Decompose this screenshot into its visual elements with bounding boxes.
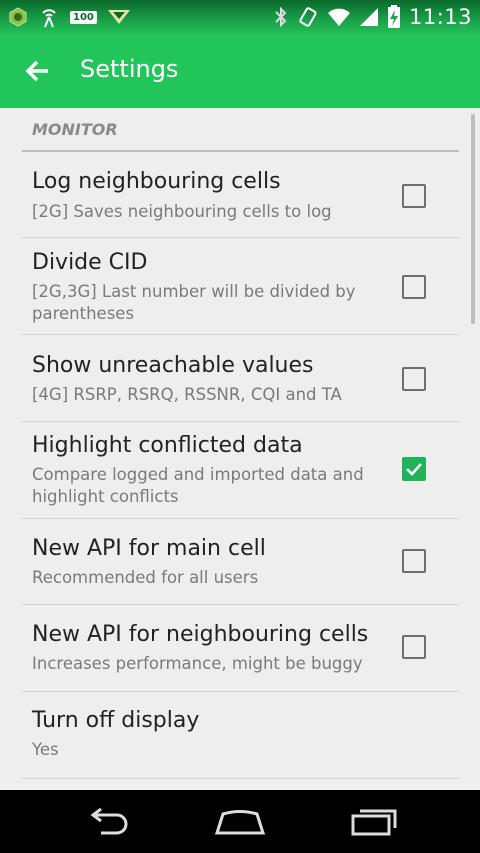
rotation-icon: [297, 6, 319, 28]
android-app-icon: [8, 7, 28, 27]
pref-summary: Increases performance, might be buggy: [32, 654, 363, 673]
pref-summary: [2G] Saves neighbouring cells to log: [32, 202, 332, 221]
arrow-left-icon: [25, 60, 48, 82]
scrollbar[interactable]: [471, 114, 475, 324]
pref-summary: [2G,3G] Last number will be divided by p…: [32, 282, 356, 323]
action-bar: Settings: [0, 34, 480, 108]
category-header: MONITOR: [22, 108, 459, 152]
battery-charging-icon: [387, 5, 401, 29]
pref-title: Log neighbouring cells: [32, 169, 281, 194]
battery-badge-text: 100: [70, 10, 97, 24]
nav-home-button[interactable]: [208, 804, 272, 840]
pref-checkbox[interactable]: [402, 635, 426, 659]
wifi-icon: [327, 7, 351, 27]
pref-checkbox[interactable]: [402, 184, 426, 208]
pref-title: Show unreachable values: [32, 353, 314, 378]
pref-title: Divide CID: [32, 250, 148, 275]
pref-log-neighbouring-cells[interactable]: Log neighbouring cells [2G] Saves neighb…: [22, 152, 459, 238]
pref-highlight-conflicted-data[interactable]: Highlight conflicted data Compare logged…: [22, 422, 459, 519]
nav-recents-icon: [351, 809, 397, 836]
navigation-bar: [0, 790, 480, 853]
status-left-icons: 100: [8, 5, 131, 29]
pref-show-unreachable-values[interactable]: Show unreachable values [4G] RSRP, RSRQ,…: [22, 335, 459, 422]
pref-title: New API for neighbouring cells: [32, 622, 369, 647]
pref-checkbox[interactable]: [402, 367, 426, 391]
back-button[interactable]: [20, 56, 54, 86]
signal-icon: [359, 7, 379, 27]
pref-divide-cid[interactable]: Divide CID [2G,3G] Last number will be d…: [22, 238, 459, 335]
checkmark-icon: [406, 463, 422, 476]
pref-turn-off-display[interactable]: Turn off display Yes: [22, 692, 459, 779]
pref-summary: Yes: [32, 740, 59, 759]
nav-recents-button[interactable]: [342, 804, 406, 840]
hotspot-icon: [38, 6, 60, 28]
nav-home-icon: [214, 810, 266, 835]
pref-summary: Recommended for all users: [32, 568, 259, 587]
nav-back-icon: [90, 807, 128, 835]
preferences-list[interactable]: MONITOR Log neighbouring cells [2G] Save…: [0, 108, 480, 790]
pref-checkbox[interactable]: [402, 275, 426, 299]
category-label: MONITOR: [32, 120, 118, 139]
download-icon: [107, 8, 131, 26]
pref-checkbox-checked[interactable]: [402, 457, 426, 481]
clock: 11:13: [408, 5, 472, 29]
battery-badge-icon: 100: [70, 10, 97, 24]
pref-title: Turn off display: [32, 708, 200, 733]
pref-new-api-main-cell[interactable]: New API for main cell Recommended for al…: [22, 519, 459, 605]
pref-summary: Compare logged and imported data and hig…: [32, 465, 364, 506]
page-title: Settings: [80, 55, 179, 83]
pref-title: Highlight conflicted data: [32, 433, 303, 458]
nav-back-button[interactable]: [74, 804, 138, 840]
status-bar: 100 11:13: [0, 0, 480, 34]
status-right-icons: 11:13: [273, 4, 472, 30]
pref-new-api-neighbouring-cells[interactable]: New API for neighbouring cells Increases…: [22, 605, 459, 692]
bluetooth-icon: [273, 6, 289, 28]
pref-checkbox[interactable]: [402, 549, 426, 573]
pref-summary: [4G] RSRP, RSRQ, RSSNR, CQI and TA: [32, 385, 342, 404]
pref-title: New API for main cell: [32, 536, 266, 561]
